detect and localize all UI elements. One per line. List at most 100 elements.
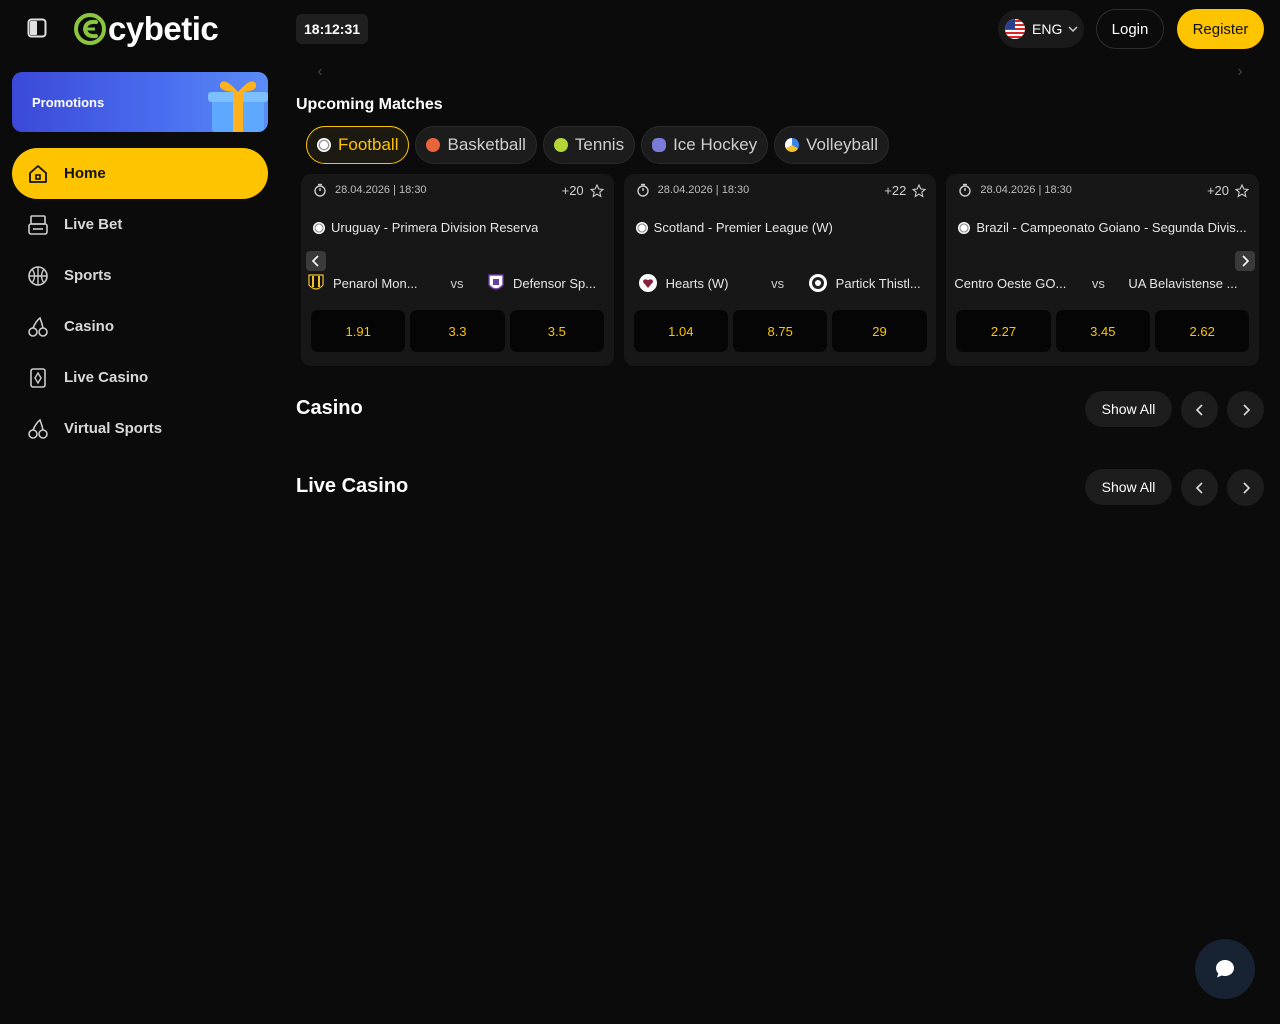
logo-text: cybetic [108, 10, 219, 47]
live-casino-show-all-button[interactable]: Show All [1085, 469, 1172, 505]
match-cards: 28.04.2026 | 18:30 +20 Uruguay - Primera… [301, 174, 1260, 366]
logo[interactable]: cybetic [74, 9, 219, 49]
stopwatch-icon [314, 183, 326, 197]
league-name: Scotland - Premier League (W) [653, 220, 833, 235]
match-date: 28.04.2026 | 18:30 [313, 183, 427, 197]
chevron-left-icon[interactable] [1181, 391, 1218, 428]
star-icon[interactable] [912, 183, 927, 198]
stopwatch-icon [636, 183, 649, 197]
tab-ice-hockey[interactable]: Ice Hockey [641, 126, 769, 164]
match-date: 28.04.2026 | 18:30 [958, 183, 1072, 197]
register-button[interactable]: Register [1177, 9, 1264, 49]
home-team-name: Centro Oeste GO... [954, 275, 1067, 291]
odd-away-button[interactable]: 2.62 [1155, 310, 1250, 352]
away-team-name: Defensor Sp... [513, 275, 597, 291]
match-datetime: 28.04.2026 | 18:30 [657, 184, 750, 196]
promotions-banner[interactable]: Promotions [12, 72, 268, 132]
sidebar-item-sports[interactable]: Sports [12, 250, 268, 301]
home-team: Penarol Mon... [307, 273, 427, 293]
sidebar-item-virtual-sports[interactable]: Virtual Sports [12, 403, 268, 454]
basketball-icon [26, 264, 50, 288]
language-selector[interactable]: ENG [998, 10, 1084, 48]
odd-away-button[interactable]: 3.5 [509, 310, 604, 352]
more-markets-count: +22 [884, 183, 907, 198]
sidebar-toggle-icon[interactable] [26, 17, 48, 39]
chevron-left-icon[interactable] [1181, 469, 1218, 506]
tab-tennis[interactable]: Tennis [542, 126, 636, 164]
gift-icon [208, 81, 268, 132]
chevron-left-icon[interactable]: ‹ [310, 62, 330, 82]
home-team: Hearts (W) [638, 273, 748, 293]
basketball-icon [426, 138, 441, 152]
more-markets-count: +20 [561, 183, 584, 198]
league-name: Brazil - Campeonato Goiano - Segunda Div… [976, 220, 1247, 235]
hockey-puck-icon [652, 138, 667, 152]
odd-draw-button[interactable]: 8.75 [733, 310, 828, 352]
football-icon [958, 221, 971, 234]
team-crest-icon [488, 274, 504, 290]
more-markets-count: +20 [1206, 183, 1230, 198]
us-flag-icon [1005, 19, 1025, 39]
tab-volleyball[interactable]: Volleyball [774, 126, 889, 164]
chevron-right-icon[interactable]: › [1230, 62, 1250, 82]
tab-label: Tennis [574, 135, 625, 154]
odd-draw-button[interactable]: 3.45 [1055, 310, 1150, 352]
away-team: Defensor Sp... [487, 273, 605, 293]
odd-draw-button[interactable]: 3.3 [410, 310, 505, 352]
football-icon [635, 221, 648, 234]
more-markets[interactable]: +20 [562, 183, 604, 198]
match-card[interactable]: 28.04.2026 | 18:30 +22 Scotland - Premie… [623, 174, 937, 366]
promotions-label: Promotions [32, 95, 105, 110]
away-team-name: Partick Thistl... [835, 275, 921, 291]
tab-football[interactable]: Football [306, 126, 410, 164]
sidebar-item-label: Home [64, 165, 106, 182]
casino-show-all-button[interactable]: Show All [1085, 391, 1172, 427]
match-card[interactable]: 28.04.2026 | 18:30 +20 Brazil - Campeona… [946, 174, 1260, 366]
vs-label: vs [450, 275, 464, 291]
sport-tabs: Football Basketball Tennis Ice Hockey Vo… [306, 126, 889, 164]
sidebar-item-label: Live Casino [64, 369, 149, 386]
tab-basketball[interactable]: Basketball [415, 126, 537, 164]
match-date: 28.04.2026 | 18:30 [636, 183, 750, 197]
match-datetime: 28.04.2026 | 18:30 [335, 184, 427, 196]
upcoming-matches-title: Upcoming Matches [296, 96, 443, 113]
tab-label: Basketball [447, 135, 526, 154]
team-crest-icon [808, 274, 827, 292]
match-league: Uruguay - Primera Division Reserva [313, 220, 605, 235]
cherries-icon [26, 417, 50, 441]
login-button[interactable]: Login [1096, 9, 1164, 49]
more-markets[interactable]: +20 [1206, 183, 1250, 198]
team-crest-icon [638, 274, 657, 292]
home-team-name: Penarol Mon... [333, 275, 418, 291]
tab-label: Ice Hockey [673, 135, 758, 154]
match-league: Brazil - Campeonato Goiano - Segunda Div… [958, 220, 1250, 235]
home-icon [26, 162, 50, 186]
home-team-name: Hearts (W) [665, 275, 729, 291]
chevron-down-icon [1068, 26, 1078, 33]
casino-title: Casino [296, 397, 363, 419]
team-crest-icon [308, 274, 324, 290]
sidebar-item-live-bet[interactable]: Live Bet [12, 199, 268, 250]
chevron-right-icon[interactable] [1227, 391, 1264, 428]
star-icon[interactable] [589, 183, 604, 198]
chevron-right-icon[interactable] [1227, 469, 1264, 506]
away-team: Partick Thistl... [808, 273, 928, 293]
odd-home-button[interactable]: 1.04 [633, 310, 728, 352]
live-bet-icon [26, 213, 50, 237]
odd-home-button[interactable]: 2.27 [956, 310, 1051, 352]
league-name: Uruguay - Primera Division Reserva [331, 220, 539, 235]
chevron-left-icon[interactable] [306, 251, 326, 271]
odd-home-button[interactable]: 1.91 [311, 310, 406, 352]
match-card[interactable]: 28.04.2026 | 18:30 +20 Uruguay - Primera… [301, 174, 614, 366]
sidebar-item-live-casino[interactable]: Live Casino [12, 352, 268, 403]
chat-button[interactable] [1195, 939, 1255, 999]
top-bar: cybetic 18:12:31 ENG Login Register [0, 0, 1280, 58]
sidebar-item-home[interactable]: Home [12, 148, 268, 199]
odds-row: 1.91 3.3 3.5 [311, 310, 604, 352]
odd-away-button[interactable]: 29 [832, 310, 927, 352]
star-icon[interactable] [1235, 183, 1250, 198]
chevron-right-icon[interactable] [1235, 251, 1256, 271]
sidebar-item-casino[interactable]: Casino [12, 301, 268, 352]
more-markets[interactable]: +22 [884, 183, 927, 198]
clock: 18:12:31 [296, 14, 369, 44]
